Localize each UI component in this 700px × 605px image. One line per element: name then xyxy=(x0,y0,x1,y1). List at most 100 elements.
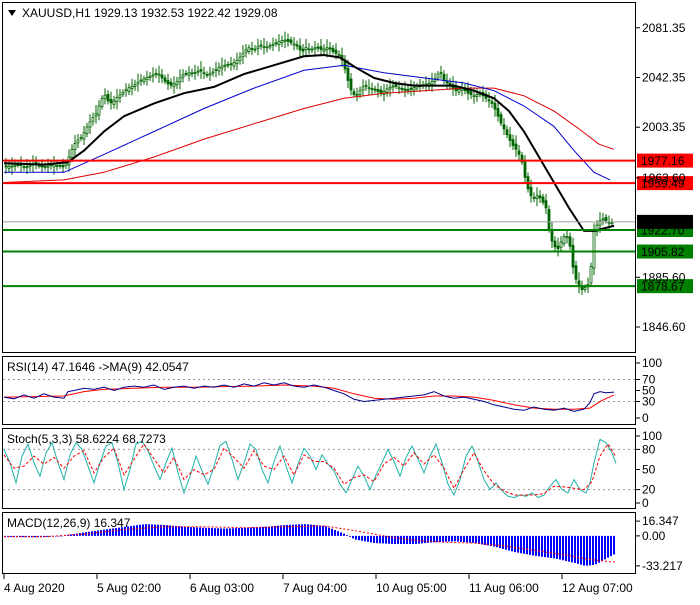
candle-body xyxy=(4,165,8,168)
candle-body xyxy=(349,78,353,91)
macd-histogram-bar xyxy=(532,535,534,556)
candle-body xyxy=(226,64,230,66)
candle-body xyxy=(142,78,146,82)
macd-histogram-bar xyxy=(220,528,222,536)
macd-histogram-bar xyxy=(178,526,180,536)
macd-histogram-bar xyxy=(586,535,588,566)
macd-histogram-bar xyxy=(451,535,453,542)
candle-body xyxy=(430,80,434,85)
stoch-tick-label: 100 xyxy=(642,429,662,443)
macd-histogram-bar xyxy=(520,535,522,554)
macd-histogram-bar xyxy=(349,535,351,537)
macd-histogram-bar xyxy=(481,535,483,545)
candle-body xyxy=(328,47,332,50)
macd-histogram-bar xyxy=(562,535,564,561)
macd-histogram-bar xyxy=(442,535,444,542)
candle-body xyxy=(157,73,161,76)
macd-histogram-bar xyxy=(367,535,369,542)
candle-body xyxy=(91,117,95,122)
candle-body xyxy=(577,280,581,287)
macd-histogram-bar xyxy=(334,530,336,536)
candle-body xyxy=(301,48,305,52)
macd-histogram-bar xyxy=(400,535,402,544)
candle-body xyxy=(187,72,191,76)
macd-histogram-bar xyxy=(511,535,513,552)
candle-body xyxy=(43,165,47,168)
macd-histogram-bar xyxy=(244,527,246,536)
macd-histogram-bar xyxy=(568,535,570,562)
candle-body xyxy=(289,39,293,44)
candle-body xyxy=(337,54,341,56)
candle-body xyxy=(73,143,77,150)
macd-histogram-bar xyxy=(601,535,603,561)
candle-body xyxy=(487,99,491,102)
macd-histogram-bar xyxy=(544,535,546,558)
candle-body xyxy=(145,77,149,80)
macd-histogram-bar xyxy=(268,526,270,536)
candle-body xyxy=(127,87,131,92)
candle-body xyxy=(121,91,125,95)
candle-body xyxy=(568,236,572,247)
macd-histogram-bar xyxy=(541,535,543,557)
stoch-tick-label: 50 xyxy=(642,463,656,477)
price-tick-label: 1963.60 xyxy=(642,171,686,185)
candle-body xyxy=(307,48,311,51)
macd-histogram-bar xyxy=(478,535,480,544)
candle-body xyxy=(523,161,527,178)
macd-histogram-bar xyxy=(439,535,441,542)
candle-body xyxy=(166,80,170,85)
time-tick-label: 4 Aug 2020 xyxy=(4,581,65,595)
candle-body xyxy=(64,162,68,166)
candle-body xyxy=(511,139,515,146)
macd-histogram-bar xyxy=(463,535,465,543)
macd-tick-label: -33.217 xyxy=(642,559,683,573)
macd-histogram-bar xyxy=(436,535,438,543)
candle-body xyxy=(514,143,518,150)
macd-histogram-bar xyxy=(340,532,342,536)
macd-histogram-bar xyxy=(154,524,156,536)
macd-histogram-bar xyxy=(241,527,243,536)
time-tick-label: 6 Aug 03:00 xyxy=(190,581,254,595)
macd-histogram-bar xyxy=(502,535,504,549)
macd-histogram-bar xyxy=(460,535,462,542)
macd-histogram-bar xyxy=(262,526,264,536)
candle-body xyxy=(235,59,239,64)
candle-body xyxy=(346,67,350,81)
macd-histogram-bar xyxy=(574,535,576,563)
candle-body xyxy=(277,41,281,46)
macd-histogram-bar xyxy=(364,535,366,542)
candle-body xyxy=(355,94,359,96)
candle-body xyxy=(217,66,221,72)
macd-histogram-bar xyxy=(211,528,213,536)
macd-histogram-bar xyxy=(259,527,261,536)
macd-histogram-bar xyxy=(325,526,327,536)
macd-histogram-bar xyxy=(352,535,354,539)
candle-body xyxy=(61,164,65,168)
candle-body xyxy=(130,86,134,89)
candle-body xyxy=(583,287,587,290)
candle-body xyxy=(496,108,500,117)
macd-histogram-bar xyxy=(196,527,198,536)
macd-histogram-bar xyxy=(571,535,573,563)
macd-histogram-bar xyxy=(403,535,405,544)
candle-body xyxy=(268,45,272,48)
macd-histogram-bar xyxy=(454,535,456,542)
candle-body xyxy=(193,72,197,74)
macd-histogram-bar xyxy=(106,529,108,536)
macd-histogram-bar xyxy=(580,535,582,565)
candle-body xyxy=(229,63,233,66)
macd-tick-label: 16.347 xyxy=(642,514,679,528)
candle-body xyxy=(493,103,497,110)
candle-body xyxy=(55,164,59,167)
macd-histogram-bar xyxy=(370,535,372,543)
macd-histogram-bar xyxy=(496,535,498,548)
candle-body xyxy=(544,200,548,209)
macd-histogram-bar xyxy=(256,527,258,536)
candle-body xyxy=(163,77,167,82)
macd-histogram-bar xyxy=(10,535,12,537)
candle-body xyxy=(202,72,206,75)
candle-body xyxy=(553,240,557,248)
candle-body xyxy=(547,209,551,230)
candle-body xyxy=(25,166,29,169)
macd-pane-title: MACD(12,26,9) 16.347 xyxy=(7,516,131,530)
